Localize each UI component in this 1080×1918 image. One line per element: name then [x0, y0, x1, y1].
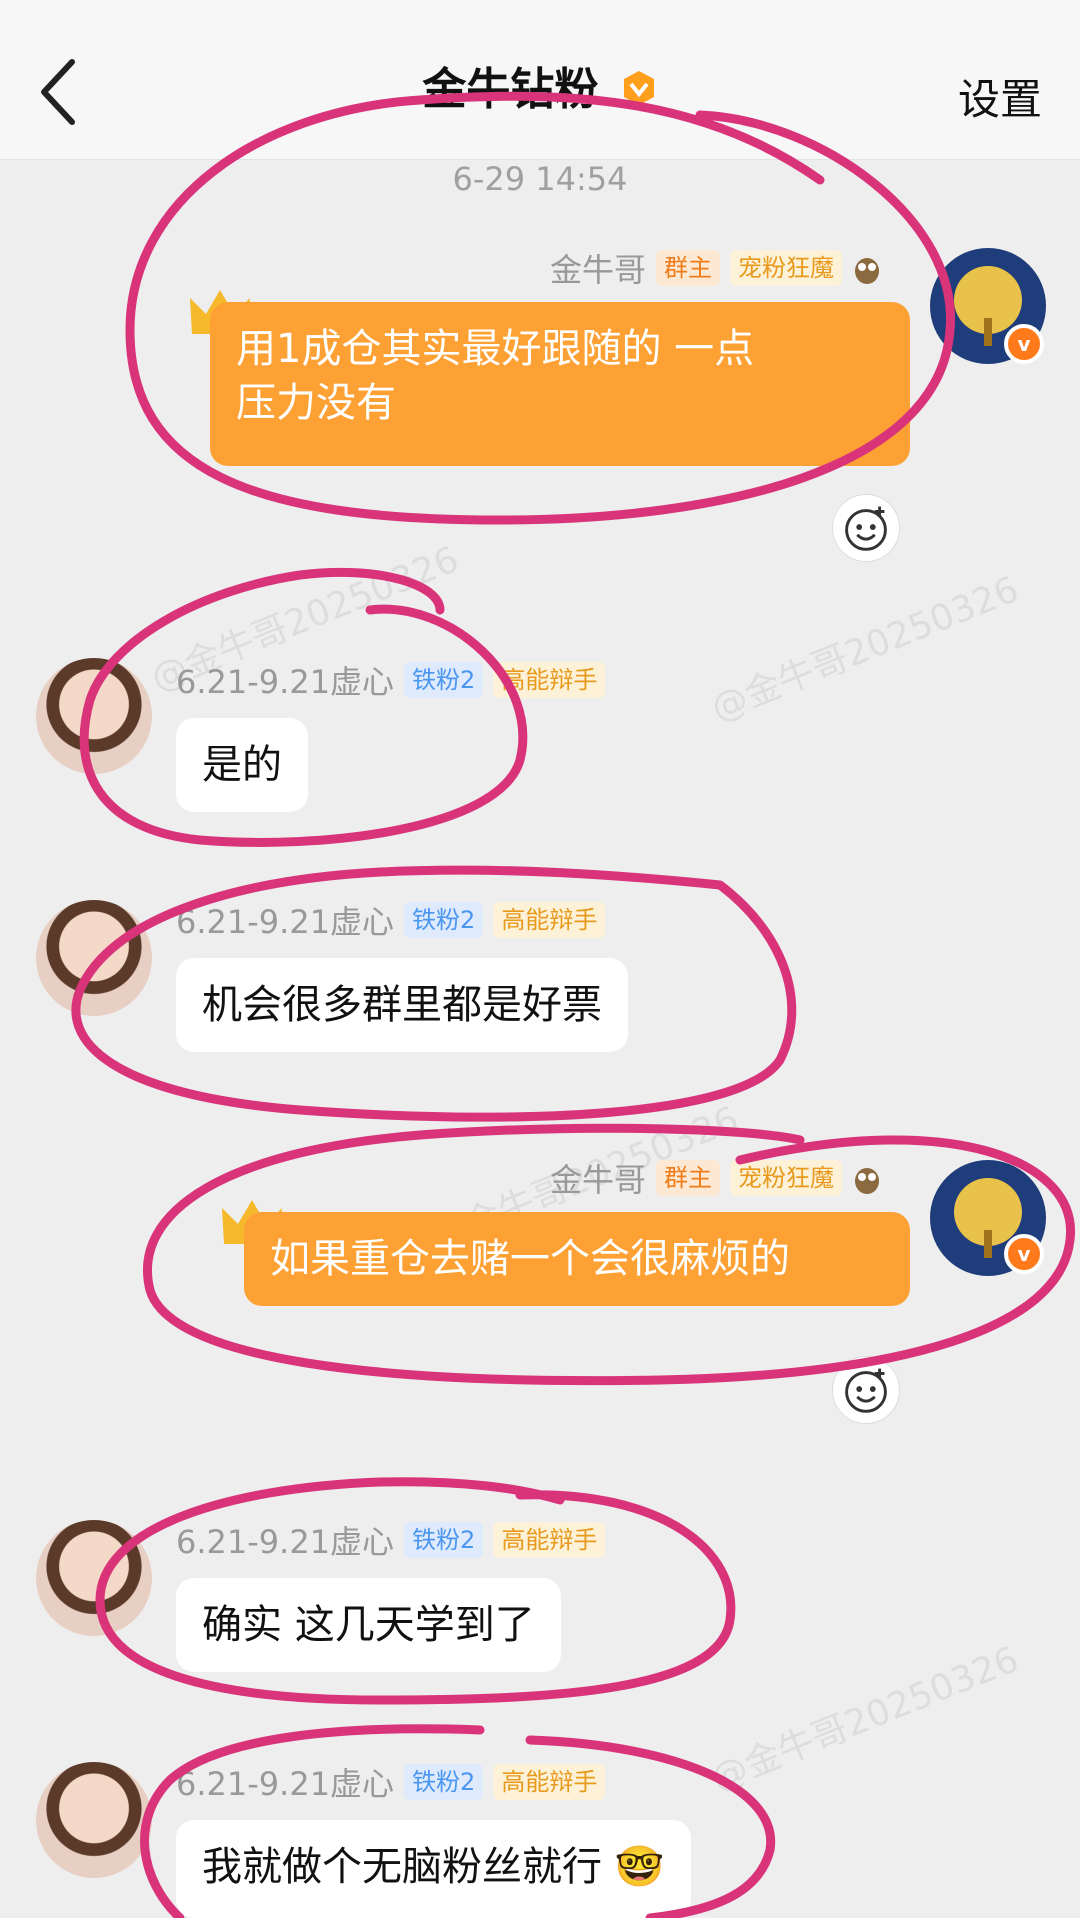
sender-name: 6.21-9.21虚心: [176, 663, 395, 701]
verified-icon: v: [1004, 1234, 1044, 1274]
sender-name: 6.21-9.21虚心: [176, 1765, 395, 1803]
tag-iron-fan: 铁粉2: [404, 1764, 484, 1800]
tag-iron-fan: 铁粉2: [404, 662, 484, 698]
tag-iron-fan: 铁粉2: [404, 902, 484, 938]
message-text: 是的: [202, 742, 282, 788]
chat-title-wrap: 金牛钻粉: [0, 58, 1080, 122]
message-text-line: 压力没有: [236, 380, 396, 426]
owl-icon: [855, 258, 880, 284]
avatar[interactable]: [36, 900, 152, 1016]
message-timestamp: 6-29 14:54: [452, 160, 628, 198]
message-bubble[interactable]: 我就做个无脑粉丝就行 🤓: [176, 1820, 691, 1918]
sender-info: 金牛哥 群主 宠粉狂魔: [550, 248, 882, 289]
diamond-badge-icon: [623, 71, 654, 105]
avatar[interactable]: [36, 658, 152, 774]
watermark: @金牛哥20250326: [705, 568, 1025, 730]
watermark: @金牛哥20250326: [705, 1638, 1025, 1800]
tag-fan-lover: 宠粉狂魔: [730, 250, 843, 286]
message-bubble[interactable]: 确实 这几天学到了: [176, 1578, 561, 1672]
message-bubble[interactable]: 是的: [176, 718, 308, 812]
sender-info: 6.21-9.21虚心 铁粉2 高能辩手: [176, 660, 606, 701]
sender-info: 金牛哥 群主 宠粉狂魔: [550, 1158, 882, 1199]
tag-group-owner: 群主: [656, 1160, 721, 1196]
verified-icon: v: [1004, 324, 1044, 364]
tag-group-owner: 群主: [656, 250, 721, 286]
tag-debater: 高能辩手: [493, 902, 606, 938]
avatar[interactable]: [36, 1762, 152, 1878]
tag-iron-fan: 铁粉2: [404, 1522, 484, 1558]
message-text: 我就做个无脑粉丝就行: [202, 1844, 602, 1890]
tag-fan-lover: 宠粉狂魔: [730, 1160, 843, 1196]
settings-button[interactable]: 设置: [958, 66, 1042, 127]
sender-info: 6.21-9.21虚心 铁粉2 高能辩手: [176, 1520, 606, 1561]
sender-info: 6.21-9.21虚心 铁粉2 高能辩手: [176, 1762, 606, 1803]
sender-info: 6.21-9.21虚心 铁粉2 高能辩手: [176, 900, 606, 941]
nerd-face-emoji-icon: 🤓: [614, 1844, 665, 1890]
sender-name: 金牛哥: [550, 251, 647, 289]
message-bubble[interactable]: 用1成仓其实最好跟随的 一点 压力没有: [210, 302, 910, 466]
top-bar: 金牛钻粉 设置: [0, 0, 1080, 160]
tag-debater: 高能辩手: [493, 1522, 606, 1558]
message-bubble[interactable]: 机会很多群里都是好票: [176, 958, 628, 1052]
chat-title: 金牛钻粉: [422, 64, 599, 115]
sender-name: 金牛哥: [550, 1161, 647, 1199]
sender-name: 6.21-9.21虚心: [176, 903, 395, 941]
avatar[interactable]: [36, 1520, 152, 1636]
message-text: 确实 这几天学到了: [202, 1602, 535, 1648]
message-bubble[interactable]: 如果重仓去赌一个会很麻烦的: [244, 1212, 910, 1306]
message-text-line: 用1成仓其实最好跟随的 一点: [236, 326, 755, 372]
owl-icon: [855, 1168, 880, 1194]
add-reaction-icon[interactable]: [832, 494, 900, 562]
add-reaction-icon[interactable]: [832, 1356, 900, 1424]
tag-debater: 高能辩手: [493, 1764, 606, 1800]
message-text: 如果重仓去赌一个会很麻烦的: [270, 1236, 790, 1282]
sender-name: 6.21-9.21虚心: [176, 1523, 395, 1561]
tag-debater: 高能辩手: [493, 662, 606, 698]
message-text: 机会很多群里都是好票: [202, 982, 602, 1028]
